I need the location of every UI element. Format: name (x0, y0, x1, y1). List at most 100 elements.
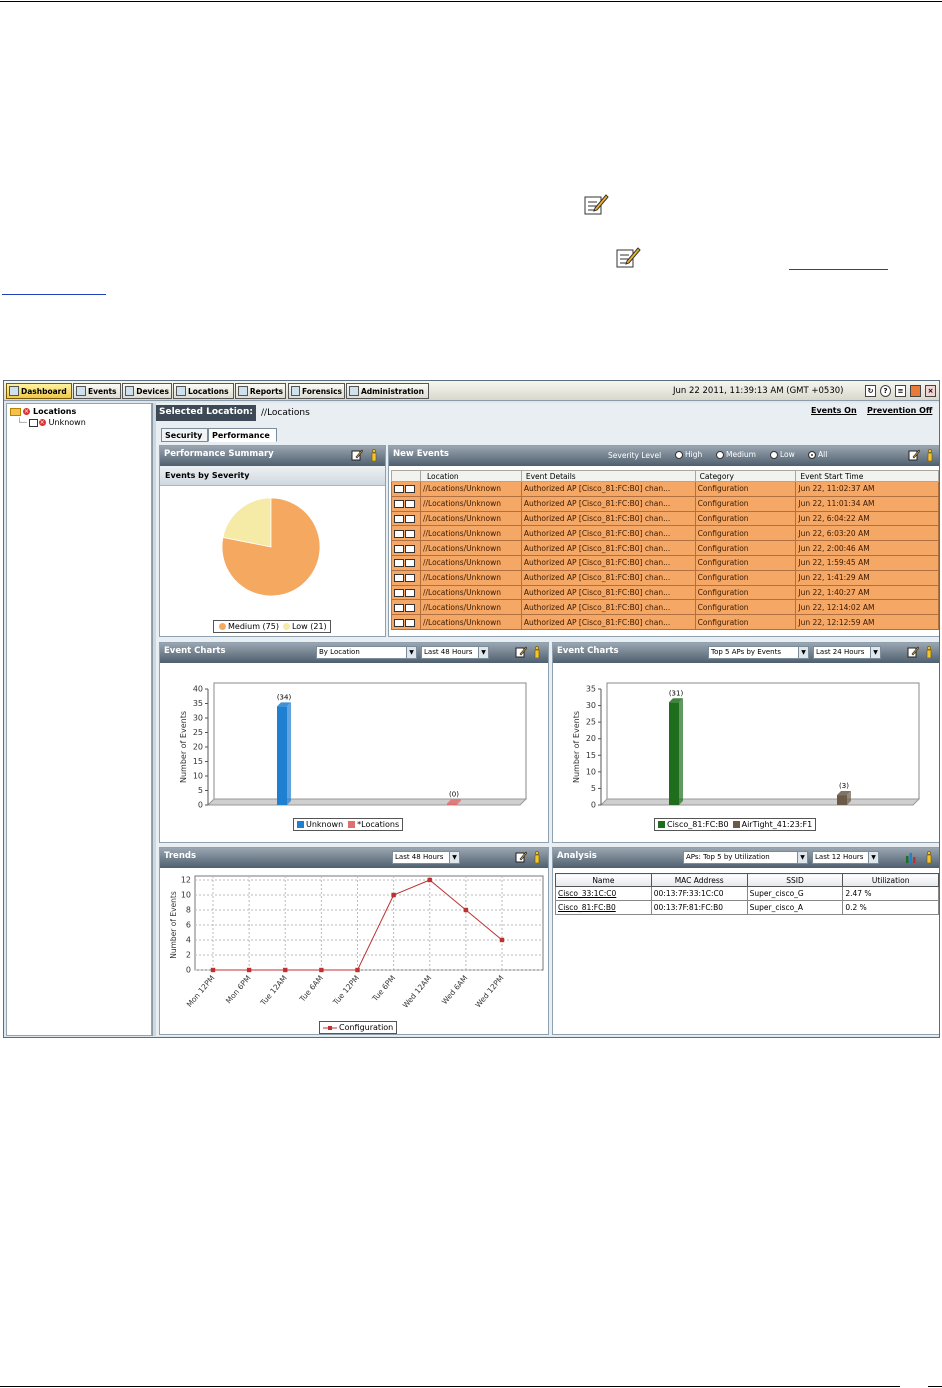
edit-icon[interactable] (515, 646, 527, 658)
table-row[interactable]: Cisco_81:FC:B0 00:13:7F:81:FC:B0 Super_c… (555, 900, 939, 915)
severity-radio-high[interactable]: High (675, 450, 702, 459)
device-icon[interactable] (405, 544, 415, 553)
column-header[interactable]: MAC Address (650, 873, 748, 887)
nav-administration[interactable]: Administration (346, 383, 429, 399)
events-on-link[interactable]: Events On (811, 406, 857, 415)
table-row[interactable]: //Locations/Unknown Authorized AP [Cisco_… (391, 584, 939, 601)
doc-link[interactable] (789, 258, 888, 270)
edit-icon[interactable] (515, 851, 527, 863)
tab-security[interactable]: Security (161, 428, 208, 442)
ap-name-link[interactable]: Cisco_81:FC:B0 (555, 900, 652, 915)
device-icon[interactable] (405, 559, 415, 568)
panel-header: Event Charts By Location ▼ Last 48 Hours ▼ (160, 643, 548, 663)
data-point (283, 967, 288, 973)
column-header[interactable]: Event Details (520, 470, 696, 482)
y-tick-label: 2 (186, 951, 191, 960)
chevron-down-icon: ▼ (798, 647, 808, 658)
severity-radio-low[interactable]: Low (770, 450, 795, 459)
data-point (246, 967, 252, 973)
refresh-icon[interactable]: ↻ (865, 385, 876, 397)
device-icon[interactable] (405, 588, 415, 597)
table-row[interactable]: //Locations/Unknown Authorized AP [Cisco_… (391, 540, 939, 556)
analysis-type-select[interactable]: APs: Top 5 by Utilization ▼ (683, 851, 808, 864)
trends-line-chart: 024681012Mon 12PM Mon 6PM Tue 12AM Tue 6AM T… (169, 875, 544, 1010)
nav-devices[interactable]: Devices (122, 383, 172, 399)
help-icon[interactable]: ? (880, 385, 891, 397)
mail-icon[interactable] (394, 500, 404, 509)
devices-icon (125, 386, 135, 396)
mail-icon[interactable] (394, 485, 404, 494)
table-row[interactable]: //Locations/Unknown Authorized AP [Cisco_… (391, 554, 939, 571)
bar-chart-icon[interactable] (905, 851, 917, 863)
shield-icon[interactable] (910, 385, 921, 397)
column-header[interactable]: Utilization (842, 873, 939, 887)
info-icon[interactable] (924, 449, 936, 461)
device-icon[interactable] (405, 500, 415, 509)
table-row[interactable]: //Locations/Unknown Authorized AP [Cisco_… (391, 510, 939, 527)
panel-header: Event Charts Top 5 APs by Events ▼ Last 2… (553, 643, 939, 663)
data-point (319, 967, 324, 973)
info-icon[interactable] (531, 851, 543, 863)
time-range-select[interactable]: Last 24 Hours ▼ (813, 646, 881, 659)
edit-icon[interactable] (908, 449, 920, 461)
info-icon[interactable] (531, 646, 543, 658)
severity-radio-all[interactable]: All (808, 450, 827, 459)
edit-icon[interactable] (907, 646, 919, 658)
time-range-select[interactable]: Last 48 Hours ▼ (421, 646, 489, 659)
column-header[interactable]: Name (555, 873, 652, 887)
chart-type-select[interactable]: Top 5 APs by Events ▼ (708, 646, 809, 659)
table-row[interactable]: //Locations/Unknown Authorized AP [Cisco_… (391, 495, 939, 512)
time-range-select[interactable]: Last 48 Hours ▼ (392, 851, 460, 864)
mail-icon[interactable] (394, 529, 404, 538)
prevention-off-link[interactable]: Prevention Off (867, 406, 932, 415)
mail-icon[interactable] (394, 618, 404, 627)
mail-icon[interactable] (394, 544, 404, 553)
table-row[interactable]: //Locations/Unknown Authorized AP [Cisco_… (391, 481, 939, 497)
device-icon[interactable] (405, 529, 415, 538)
performance-summary-panel: Performance Summary Events by Severity M… (159, 445, 386, 637)
column-header[interactable]: Location (419, 470, 522, 482)
column-header[interactable]: Event Start Time (795, 470, 939, 482)
severity-radio-medium[interactable]: Medium (716, 450, 756, 459)
mail-icon[interactable] (394, 588, 404, 597)
selected-location-path: //Locations (261, 408, 310, 418)
mail-icon[interactable] (394, 603, 404, 612)
info-icon[interactable] (923, 851, 935, 863)
nav-dashboard[interactable]: Dashboard (6, 383, 72, 399)
doc-link[interactable] (2, 283, 106, 295)
mail-icon[interactable] (394, 574, 404, 583)
tree-item-locations[interactable]: × Locations (10, 407, 76, 416)
device-icon[interactable] (405, 618, 415, 627)
legend-marker (323, 1025, 337, 1030)
info-icon[interactable] (923, 646, 935, 658)
table-row[interactable]: //Locations/Unknown Authorized AP [Cisco_… (391, 525, 939, 542)
list-icon[interactable]: ≡ (895, 385, 906, 397)
table-row[interactable]: //Locations/Unknown Authorized AP [Cisco_… (391, 599, 939, 616)
table-row[interactable]: Cisco_33:1C:C0 00:13:7F:33:1C:C0 Super_c… (555, 886, 939, 901)
y-tick-label: 5 (591, 784, 596, 793)
bar-0 (277, 706, 287, 805)
logout-icon[interactable]: × (925, 385, 936, 397)
nav-locations[interactable]: Locations (173, 383, 234, 399)
tree-item-unknown[interactable]: └─ × Unknown (17, 418, 86, 427)
tab-performance[interactable]: Performance (208, 428, 277, 442)
time-range-select[interactable]: Last 12 Hours ▼ (812, 851, 879, 864)
nav-reports[interactable]: Reports (235, 383, 286, 399)
info-icon[interactable] (368, 449, 380, 461)
column-header[interactable]: SSID (746, 873, 844, 887)
table-row[interactable]: //Locations/Unknown Authorized AP [Cisco_… (391, 569, 939, 586)
table-row[interactable]: //Locations/Unknown Authorized AP [Cisco_… (391, 614, 939, 630)
device-icon[interactable] (405, 574, 415, 583)
device-icon[interactable] (405, 514, 415, 523)
nav-events[interactable]: Events (73, 383, 121, 399)
location-tree: × Locations └─ × Unknown (6, 403, 152, 1036)
column-header[interactable]: Category (694, 470, 797, 482)
mail-icon[interactable] (394, 514, 404, 523)
device-icon[interactable] (405, 603, 415, 612)
nav-forensics[interactable]: Forensics (288, 383, 345, 399)
device-icon[interactable] (405, 485, 415, 494)
edit-icon[interactable] (351, 449, 363, 461)
mail-icon[interactable] (394, 559, 404, 568)
ap-name-link[interactable]: Cisco_33:1C:C0 (555, 886, 652, 901)
chart-type-select[interactable]: By Location ▼ (316, 646, 417, 659)
